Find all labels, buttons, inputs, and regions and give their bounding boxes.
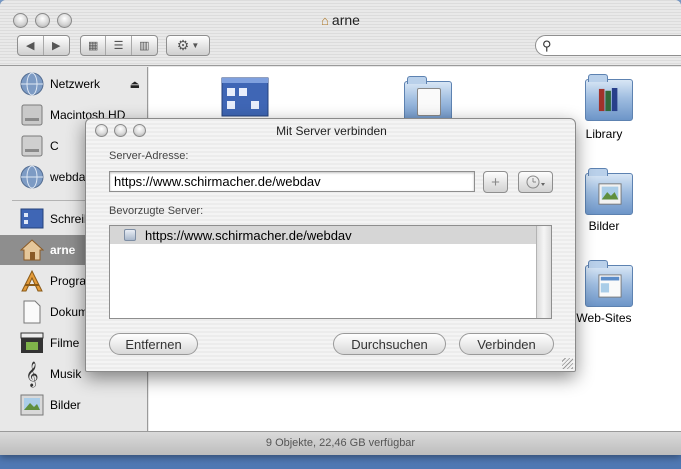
clock-icon	[526, 175, 545, 189]
sidebar-item-label: arne	[50, 243, 76, 257]
sidebar-item-label: Filme	[50, 336, 80, 350]
web-page-icon	[598, 274, 622, 298]
desktop-icon	[19, 206, 45, 232]
sidebar-item-label: Netzwerk	[50, 77, 101, 91]
browse-button[interactable]: Durchsuchen	[333, 333, 446, 355]
view-mode-buttons[interactable]: ▦ ☰ ▥	[80, 35, 158, 56]
forward-arrow-icon[interactable]: ▶	[44, 36, 69, 55]
library-folder-icon[interactable]	[585, 74, 633, 121]
list-view-icon[interactable]: ☰	[106, 36, 132, 55]
documents-folder-icon[interactable]	[404, 76, 452, 123]
list-item[interactable]: https://www.schirmacher.de/webdav	[110, 226, 537, 244]
back-forward-buttons[interactable]: ◀ ▶	[17, 35, 70, 56]
gear-icon: ⚙	[176, 37, 190, 53]
favorite-servers-label: Bevorzugte Server:	[109, 205, 204, 217]
window-title-text: arne	[331, 12, 360, 28]
resize-grip[interactable]	[562, 358, 573, 369]
sidebar-item-netzwerk[interactable]: Netzwerk ⏏	[0, 69, 147, 99]
favorite-server-address: https://www.schirmacher.de/webdav	[145, 227, 352, 243]
movies-icon	[19, 330, 45, 356]
chevron-down-icon: ▼	[191, 41, 200, 50]
websites-folder-icon[interactable]	[585, 260, 633, 307]
home-icon	[19, 237, 45, 263]
column-view-icon[interactable]: ▥	[132, 36, 157, 55]
hard-drive-icon	[19, 102, 45, 128]
pictures-icon	[19, 392, 45, 418]
desktop-folder-icon[interactable]	[221, 77, 269, 117]
search-icon: ⚲	[542, 38, 552, 53]
server-icon	[124, 229, 136, 241]
sidebar-item-label: Bilder	[50, 398, 81, 412]
pictures-folder-icon[interactable]	[585, 168, 633, 215]
favorite-servers-list[interactable]: https://www.schirmacher.de/webdav	[109, 225, 552, 319]
music-icon: 𝄞	[25, 361, 39, 386]
sidebar-item-label: Musik	[50, 367, 82, 381]
picture-frame-icon	[598, 183, 622, 205]
server-address-label: Server-Adresse:	[109, 150, 189, 162]
status-bar: 9 Objekte, 22,46 GB verfügbar	[0, 431, 681, 455]
search-field[interactable]: ⚲	[535, 35, 681, 56]
back-arrow-icon[interactable]: ◀	[18, 36, 44, 55]
recent-servers-button[interactable]	[518, 171, 553, 193]
dialog-title: Mit Server verbinden	[276, 124, 387, 138]
document-glyph	[417, 88, 441, 116]
add-favorite-button[interactable]: +	[483, 171, 508, 193]
home-icon: ⌂	[321, 13, 329, 28]
plus-icon: +	[491, 173, 500, 191]
connect-button[interactable]: Verbinden	[459, 333, 554, 355]
list-scrollbar[interactable]	[536, 226, 551, 318]
action-menu-button[interactable]: ⚙ ▼	[166, 35, 210, 56]
applications-icon	[19, 268, 45, 294]
sidebar-item-label: C	[50, 139, 59, 153]
window-title: ⌂ arne	[0, 12, 681, 28]
eject-icon[interactable]: ⏏	[130, 78, 140, 91]
remove-button[interactable]: Entfernen	[109, 333, 198, 355]
books-icon	[598, 88, 618, 112]
icon-view-icon[interactable]: ▦	[81, 36, 107, 55]
sidebar-item-bilder[interactable]: Bilder	[0, 390, 147, 420]
connect-to-server-dialog: Mit Server verbinden Server-Adresse: htt…	[85, 118, 576, 372]
server-address-input[interactable]: https://www.schirmacher.de/webdav	[109, 171, 475, 192]
finder-titlebar: ⌂ arne ◀ ▶ ▦ ☰ ▥ ⚙ ▼ ⚲	[0, 0, 681, 66]
documents-icon	[19, 299, 45, 325]
disk-icon	[19, 133, 45, 159]
globe-icon	[19, 164, 45, 190]
globe-icon	[19, 71, 45, 97]
